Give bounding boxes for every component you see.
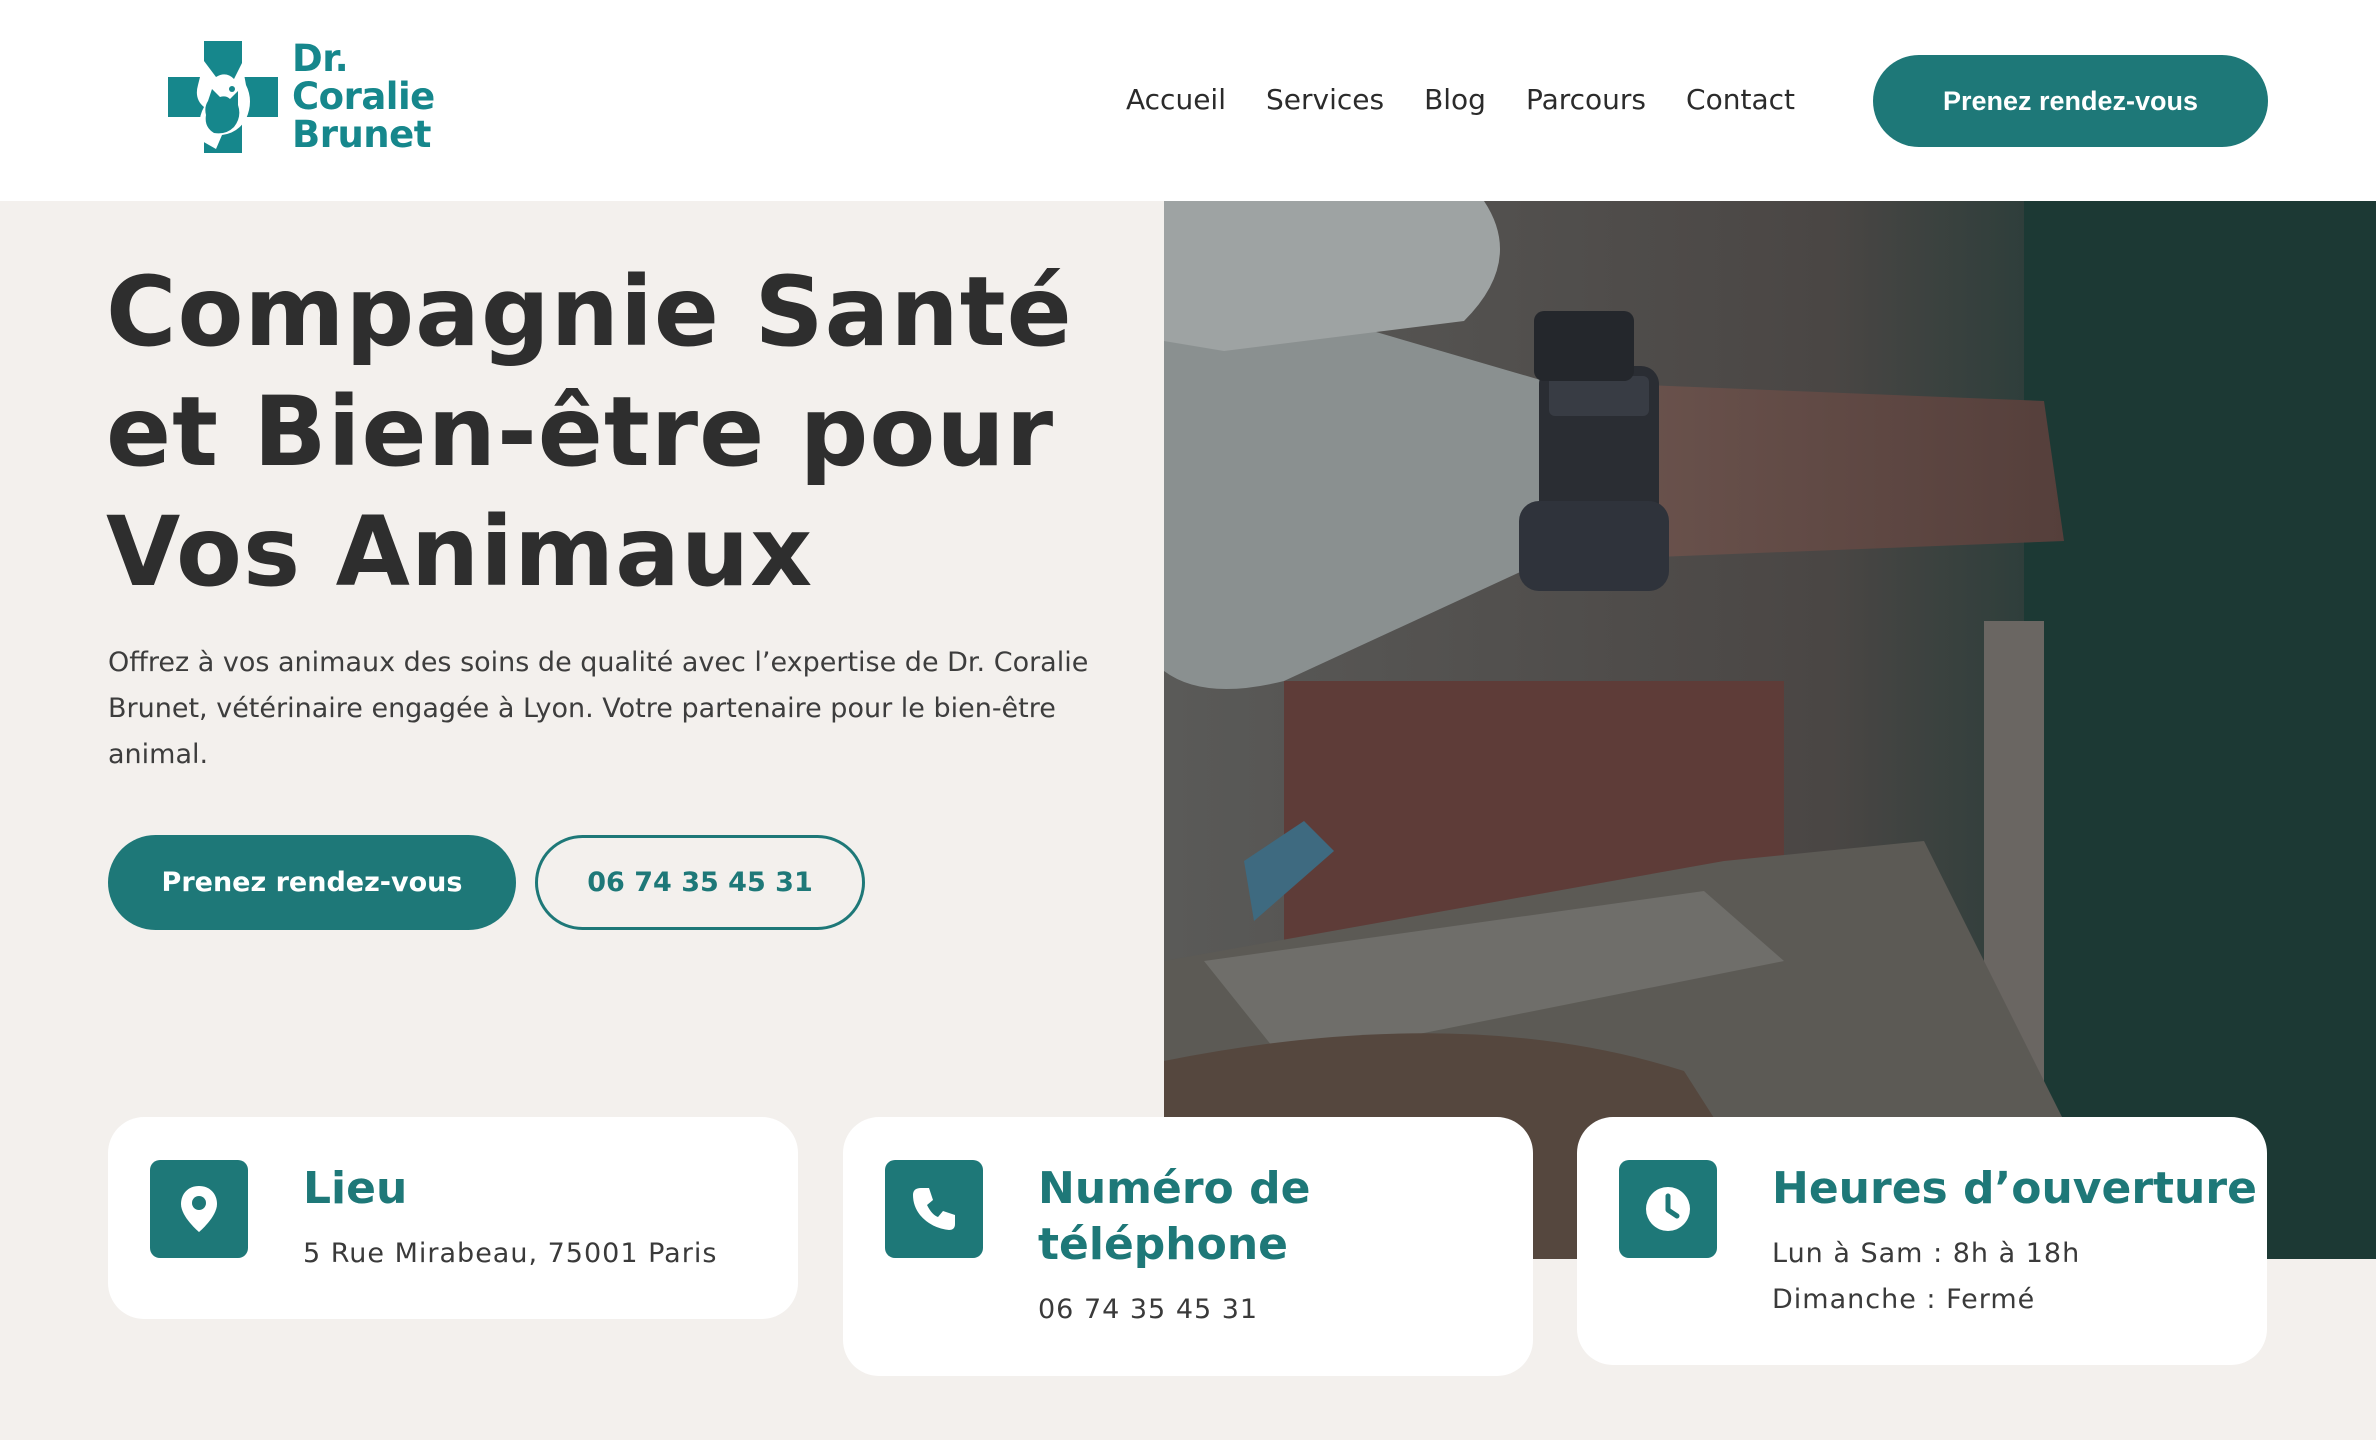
card-text-weekday-hours: Lun à Sam : 8h à 18h [1772, 1238, 2081, 1269]
card-title-location: Lieu [303, 1163, 408, 1214]
location-pin-icon [150, 1160, 248, 1258]
hero-subtitle: Offrez à vos animaux des soins de qualit… [108, 647, 1089, 770]
vet-cross-logo-icon [168, 41, 278, 153]
logo[interactable]: Dr. Coralie Brunet [168, 40, 435, 154]
nav-link-contact[interactable]: Contact [1686, 80, 1795, 120]
logo-line-1: Dr. [292, 37, 349, 80]
hero-phone-button[interactable]: 06 74 35 45 31 [535, 835, 865, 930]
info-card-phone: Numéro de téléphone 06 74 35 45 31 [843, 1117, 1533, 1376]
phone-icon [885, 1160, 983, 1258]
card-text-sunday-hours: Dimanche : Fermé [1772, 1284, 2036, 1315]
info-card-location: Lieu 5 Rue Mirabeau, 75001 Paris [108, 1117, 798, 1319]
card-title-phone: Numéro de téléphone [1038, 1163, 1311, 1270]
card-text-address: 5 Rue Mirabeau, 75001 Paris [303, 1238, 718, 1269]
veterinarian-hands-photo [1164, 201, 2376, 1259]
nav-link-services[interactable]: Services [1266, 80, 1384, 120]
nav-link-accueil[interactable]: Accueil [1126, 80, 1226, 120]
card-text-phone-number[interactable]: 06 74 35 45 31 [1038, 1287, 1258, 1333]
nav-link-blog[interactable]: Blog [1424, 80, 1486, 120]
info-card-hours: Heures d’ouverture Lun à Sam : 8h à 18h … [1577, 1117, 2267, 1365]
header-appointment-button[interactable]: Prenez rendez-vous [1873, 55, 2268, 147]
nav-link-parcours[interactable]: Parcours [1526, 80, 1646, 120]
logo-line-3: Brunet [292, 113, 431, 156]
clock-icon [1619, 1160, 1717, 1258]
hero-photo [1164, 201, 2376, 1259]
logo-line-2: Coralie [292, 75, 435, 118]
hero-title: Compagnie Santé et Bien-être pour Vos An… [106, 256, 1073, 608]
site-header: Dr. Coralie Brunet Accueil Services Blog… [0, 0, 2376, 201]
logo-text: Dr. Coralie Brunet [292, 40, 435, 154]
main-nav: Accueil Services Blog Parcours Contact [1126, 80, 1795, 120]
hero-appointment-button[interactable]: Prenez rendez-vous [108, 835, 516, 930]
card-title-hours: Heures d’ouverture [1772, 1163, 2257, 1214]
